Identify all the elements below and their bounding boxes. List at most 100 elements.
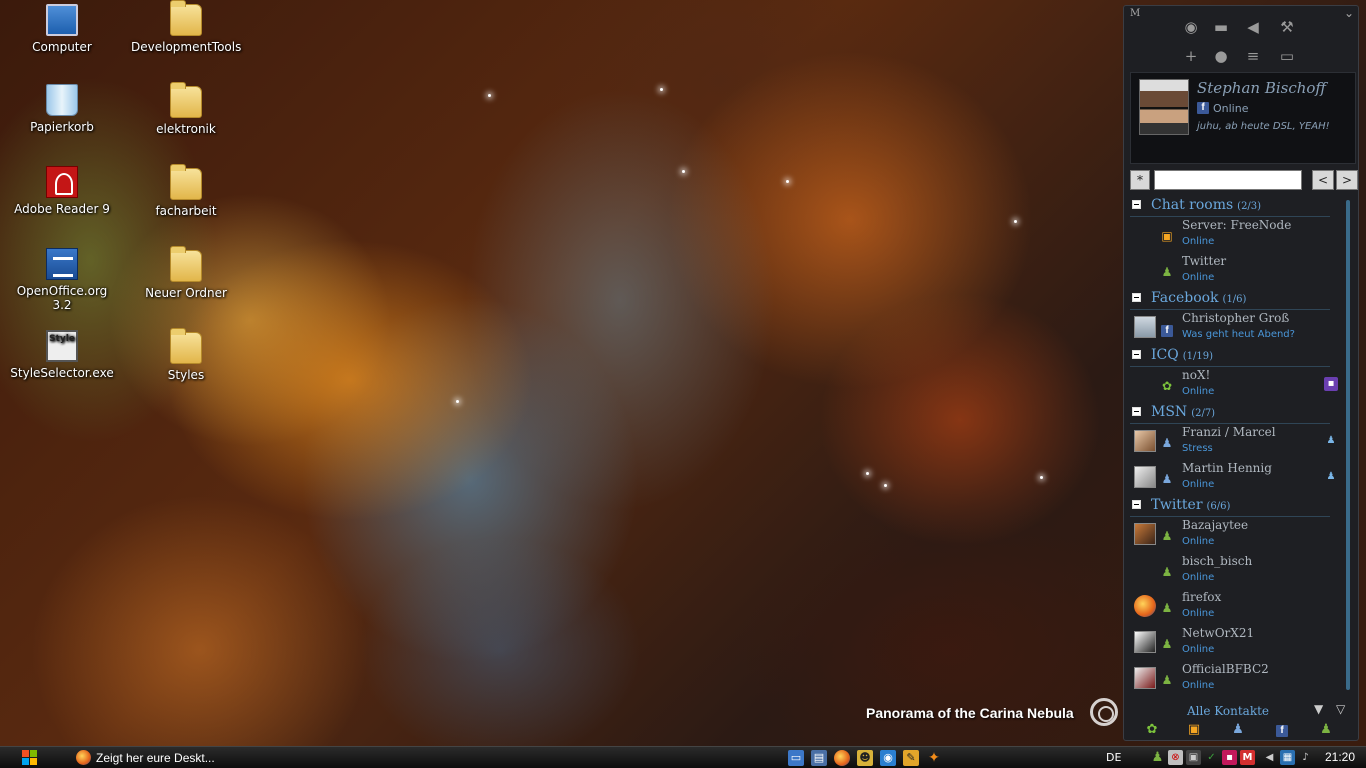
desktop-icon-label: Styles [167, 368, 205, 382]
antivirus-tray-icon[interactable]: ⊗ [1168, 750, 1183, 765]
tools-icon[interactable]: ✎ [903, 750, 919, 766]
desktop-icon-label: StyleSelector.exe [10, 366, 114, 380]
group-title: ICQ [1151, 347, 1179, 363]
desktop-icon-label: OpenOffice.org 3.2 [16, 284, 108, 312]
all-contacts-button[interactable]: Alle Kontakte [1187, 704, 1269, 718]
windows-logo-icon [30, 758, 37, 765]
group-header[interactable]: Twitter (6/6) [1130, 497, 1330, 517]
folder-icon [170, 164, 202, 200]
chat-launch-icon[interactable]: ☻ [857, 750, 873, 766]
desktop-icon-styles[interactable]: Styles [131, 328, 241, 382]
filter-icon[interactable]: ▼ [1314, 702, 1323, 716]
desktop-icon-developmenttools[interactable]: DevelopmentTools [131, 0, 241, 54]
window-icon[interactable]: ▭ [1278, 47, 1296, 65]
search-clear-button[interactable]: * [1130, 170, 1150, 190]
contact-item[interactable]: ✿ noX! Online ▪ [1130, 368, 1338, 404]
filter-clear-icon[interactable]: ▽ [1336, 702, 1345, 716]
contact-item[interactable]: ♟ Bazajaytee Online [1130, 518, 1338, 554]
app-launch-icon[interactable]: ✦ [926, 750, 942, 766]
start-button[interactable] [22, 750, 38, 766]
collapse-chevron-icon[interactable]: ⌄ [1344, 6, 1354, 20]
group-header[interactable]: MSN (2/7) [1130, 404, 1330, 424]
facebook-icon[interactable]: f [1274, 722, 1290, 738]
network-icon[interactable]: ◉ [880, 750, 896, 766]
collapse-icon[interactable] [1132, 200, 1141, 209]
profile-status-message[interactable]: juhu, ab heute DSL, YEAH! [1197, 121, 1330, 132]
contact-name: Martin Hennig [1182, 461, 1272, 475]
messenger-tray-icon[interactable]: ♟ [1150, 750, 1165, 765]
desktop-icon-recycle-bin[interactable]: Papierkorb [7, 84, 117, 134]
contact-name: noX! [1182, 368, 1211, 382]
add-contact-icon[interactable]: + [1182, 47, 1200, 65]
firefox-launch-icon[interactable] [834, 750, 850, 766]
contact-item[interactable]: ♟ Franzi / Marcel Stress ♟ [1130, 425, 1338, 461]
collapse-icon[interactable] [1132, 350, 1141, 359]
device-tray-icon[interactable]: ▣ [1186, 750, 1201, 765]
speaker-tray-icon[interactable]: ◀ [1262, 750, 1277, 765]
contact-status: Online [1182, 644, 1215, 655]
mail-tray-icon[interactable]: M [1240, 750, 1255, 765]
desktop-icon-styleselector[interactable]: Style StyleSelector.exe [7, 330, 117, 380]
profile-status[interactable]: Online [1213, 102, 1248, 115]
contact-name: Franzi / Marcel [1182, 425, 1276, 439]
msn-person-icon[interactable]: ♟ [1230, 722, 1246, 738]
avatar[interactable] [1139, 79, 1189, 135]
desktop-icon-elektronik[interactable]: elektronik [131, 82, 241, 136]
contact-item[interactable]: ♟ NetwOrX21 Online [1130, 626, 1338, 662]
search-next-button[interactable]: > [1336, 170, 1358, 190]
contact-avatar [1134, 466, 1156, 488]
irc-icon[interactable]: ▣ [1186, 722, 1202, 738]
desktop-icon-openoffice[interactable]: OpenOffice.org 3.2 [7, 248, 117, 312]
contact-item[interactable]: ▣ Server: FreeNode Online [1130, 218, 1338, 254]
star [866, 472, 869, 475]
collapse-icon[interactable] [1132, 500, 1141, 509]
desktop-icon-facharbeit[interactable]: facharbeit [131, 164, 241, 218]
desktop-icon-adobe-reader[interactable]: Adobe Reader 9 [7, 166, 117, 216]
windows-logo-icon [22, 758, 29, 765]
user-icon[interactable]: ● [1212, 47, 1230, 65]
contact-name: Server: FreeNode [1182, 218, 1292, 232]
clock[interactable]: 21:20 [1325, 750, 1355, 764]
switch-windows-icon[interactable]: ▤ [811, 750, 827, 766]
language-indicator[interactable]: DE [1106, 751, 1121, 764]
collapse-icon[interactable] [1132, 407, 1141, 416]
contact-item[interactable]: ♟ firefox Online [1130, 590, 1338, 626]
scrollbar[interactable] [1346, 200, 1350, 690]
search-prev-button[interactable]: < [1312, 170, 1334, 190]
collapse-icon[interactable] [1132, 293, 1141, 302]
group-header[interactable]: Chat rooms (2/3) [1130, 197, 1330, 217]
desktop-icon-computer[interactable]: Computer [7, 4, 117, 54]
list-view-icon[interactable]: ≡ [1244, 47, 1262, 65]
facebook-icon: f [1160, 322, 1174, 337]
chat-icon[interactable]: ▬ [1212, 18, 1230, 36]
star [786, 180, 789, 183]
profile-name[interactable]: Stephan Bischoff [1197, 79, 1326, 97]
network-tray-icon[interactable]: ▦ [1280, 750, 1295, 765]
twitter-person-icon[interactable]: ♟ [1318, 722, 1334, 738]
contact-item[interactable]: ♟ OfficialBFBC2 Online [1130, 662, 1338, 698]
contact-item[interactable]: f Christopher Groß Was geht heut Abend? [1130, 311, 1338, 347]
icq-flower-icon[interactable]: ✿ [1144, 722, 1160, 738]
sound-icon[interactable]: ◀ [1244, 18, 1262, 36]
group-count: (2/3) [1237, 201, 1262, 212]
search-input[interactable] [1154, 170, 1302, 190]
folder-icon [170, 0, 202, 36]
volume-tray-icon[interactable]: ♪ [1298, 750, 1313, 765]
contact-item[interactable]: ♟ Twitter Online [1130, 254, 1338, 290]
star [660, 88, 663, 91]
group-header[interactable]: ICQ (1/19) [1130, 347, 1330, 367]
taskbar-window-label: Zeigt her eure Deskt... [96, 751, 215, 765]
app-tray-icon[interactable]: ▪ [1222, 750, 1237, 765]
contact-item[interactable]: ♟ bisch_bisch Online [1130, 554, 1338, 590]
safely-remove-tray-icon[interactable]: ✓ [1204, 750, 1219, 765]
taskbar-window-button[interactable]: Zeigt her eure Deskt... [76, 749, 216, 767]
desktop-icon-neuer-ordner[interactable]: Neuer Ordner [131, 246, 241, 300]
desktop-icon-label: Adobe Reader 9 [14, 202, 110, 216]
menu-icon[interactable]: M [1130, 8, 1140, 19]
show-desktop-icon[interactable]: ▭ [788, 750, 804, 766]
group-header[interactable]: Facebook (1/6) [1130, 290, 1330, 310]
status-icon[interactable]: ◉ [1182, 18, 1200, 36]
settings-wrench-icon[interactable]: ⚒ [1278, 18, 1296, 36]
contact-item[interactable]: ♟ Martin Hennig Online ♟ [1130, 461, 1338, 497]
group-count: (2/7) [1191, 408, 1216, 419]
